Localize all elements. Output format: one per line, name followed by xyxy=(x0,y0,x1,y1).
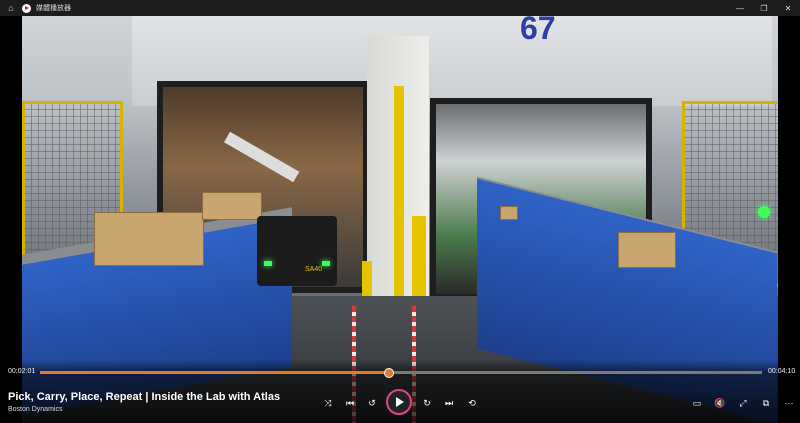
cardboard-box xyxy=(618,232,676,268)
play-icon xyxy=(396,397,404,407)
dock-number: 67 xyxy=(520,16,556,46)
fullscreen-icon[interactable]: ⤢ xyxy=(736,396,750,410)
status-light xyxy=(758,206,770,218)
cardboard-box xyxy=(202,192,262,220)
next-icon[interactable]: ⏭ xyxy=(442,396,456,410)
robot-label: SA40 xyxy=(305,266,323,273)
cardboard-box xyxy=(500,206,518,220)
video-title: Pick, Carry, Place, Repeat | Inside the … xyxy=(8,391,281,403)
minimize-button[interactable]: — xyxy=(728,4,752,13)
atlas-robot-base: SA40 xyxy=(257,216,337,286)
volume-icon[interactable]: 🔇 xyxy=(713,396,727,410)
rewind-icon[interactable]: ↺ xyxy=(365,396,379,410)
cardboard-box xyxy=(94,212,204,266)
video-channel: Boston Dynamics xyxy=(8,406,63,413)
window-title: 媒體播放器 xyxy=(36,5,71,12)
title-bar: ⌂ 媒體播放器 — ❐ ✕ xyxy=(0,0,800,16)
restore-button[interactable]: ❐ xyxy=(752,4,776,13)
home-icon[interactable]: ⌂ xyxy=(0,3,22,13)
total-time: 00:04:10 xyxy=(768,368,796,375)
miniplayer-icon[interactable]: ⧉ xyxy=(759,396,773,410)
shuffle-icon[interactable]: ⤨ xyxy=(321,396,335,410)
fast-forward-icon[interactable]: ↻ xyxy=(420,396,434,410)
captions-icon[interactable]: ▭ xyxy=(690,396,704,410)
media-player-icon xyxy=(22,3,31,13)
play-button[interactable] xyxy=(386,389,412,415)
status-light xyxy=(264,261,272,266)
more-options-icon[interactable]: ⋯ xyxy=(782,396,796,410)
status-light xyxy=(322,261,330,266)
previous-icon[interactable]: ⏮ xyxy=(343,396,357,410)
current-time: 00:02:01 xyxy=(8,368,36,375)
close-button[interactable]: ✕ xyxy=(776,4,800,13)
seek-progress xyxy=(40,371,390,374)
seek-bar[interactable] xyxy=(40,368,762,378)
repeat-icon[interactable]: ⟲ xyxy=(465,396,479,410)
